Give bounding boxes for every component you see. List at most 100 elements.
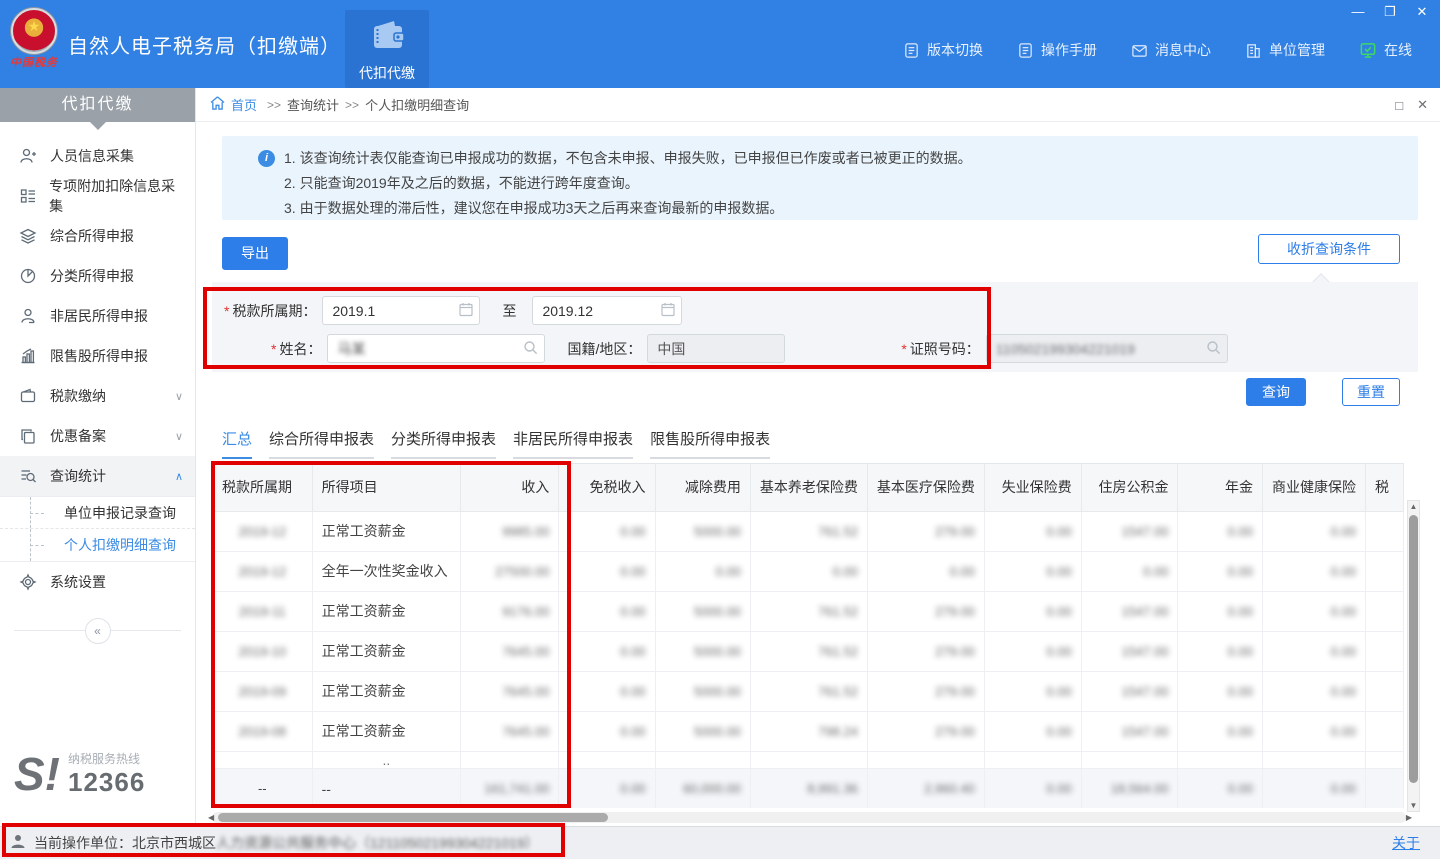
- table-cell: 0.00: [1081, 551, 1178, 591]
- window-minimize-button[interactable]: —: [1350, 4, 1366, 20]
- window-restore-button[interactable]: ❐: [1382, 4, 1398, 20]
- about-link[interactable]: 关于: [1392, 833, 1420, 853]
- table-cell: 9176.00: [461, 591, 559, 631]
- search-icon[interactable]: [1206, 340, 1221, 358]
- user-icon: [10, 833, 26, 854]
- table-cell: [1365, 768, 1403, 808]
- breadcrumb-home-link[interactable]: 首页: [231, 95, 257, 114]
- id-number-input[interactable]: 110502199304221019: [986, 334, 1228, 363]
- mail-icon: [1131, 42, 1148, 59]
- table-row[interactable]: 2019-12全年一次性奖金收入27500.000.000.000.000.00…: [213, 551, 1404, 591]
- sidebar-item[interactable]: 税款缴纳∨: [0, 376, 195, 416]
- table-cell: 0.00: [1262, 711, 1365, 751]
- table-row[interactable]: 2019-11正常工资薪金9176.000.005000.00761.52279…: [213, 591, 1404, 631]
- sidebar-item[interactable]: 专项附加扣除信息采集: [0, 176, 195, 216]
- table-cell: [213, 751, 313, 768]
- sidebar-subitem[interactable]: 个人扣缴明细查询: [0, 529, 195, 561]
- table-cell: 2019-09: [213, 671, 313, 711]
- table-row[interactable]: 2019-12正常工资薪金9985.000.005000.00761.52279…: [213, 511, 1404, 551]
- table-row[interactable]: ..: [213, 751, 1404, 768]
- summary-row[interactable]: ----161,741.000.0060,000.008,991.362,960…: [213, 768, 1404, 808]
- sidebar-item[interactable]: 综合所得申报: [0, 216, 195, 256]
- sidebar-item[interactable]: 分类所得申报: [0, 256, 195, 296]
- pane-controls: □ ✕: [1395, 88, 1428, 122]
- tab-3[interactable]: 分类所得申报表: [391, 428, 496, 459]
- table-cell: [750, 751, 867, 768]
- unit-name-redacted: 人力资源公共服务中心（12110502199304221019）: [216, 833, 539, 853]
- calendar-icon[interactable]: [661, 302, 675, 319]
- calendar-icon[interactable]: [459, 302, 473, 319]
- tab-2[interactable]: 综合所得申报表: [269, 428, 374, 459]
- module-tab-withholding[interactable]: 代扣代缴: [345, 10, 429, 88]
- header-nav-item-5[interactable]: 在线: [1359, 40, 1412, 60]
- nationality-label: 国籍/地区：: [567, 339, 641, 359]
- status-bar: 当前操作单位：北京市西城区人力资源公共服务中心（1211050219930422…: [0, 826, 1440, 859]
- sidebar-item[interactable]: 限售股所得申报: [0, 336, 195, 376]
- name-label: 姓名：: [271, 339, 321, 359]
- scroll-right-arrow-icon[interactable]: ▶: [1406, 812, 1412, 823]
- sidebar-item[interactable]: 人员信息采集: [0, 136, 195, 176]
- table-cell: [867, 751, 984, 768]
- table-cell: 8,991.36: [750, 768, 867, 808]
- tab-4[interactable]: 非居民所得申报表: [513, 428, 633, 459]
- sidebar-menu: 人员信息采集专项附加扣除信息采集综合所得申报分类所得申报非居民所得申报限售股所得…: [0, 136, 195, 602]
- export-button[interactable]: 导出: [222, 237, 288, 270]
- wallet-icon: [345, 20, 429, 57]
- sidebar-item[interactable]: 优惠备案∨: [0, 416, 195, 456]
- list-icon: [18, 186, 37, 206]
- table-cell: 761.52: [750, 631, 867, 671]
- pane-close-button[interactable]: ✕: [1417, 97, 1428, 113]
- column-header: 商业健康保险: [1262, 464, 1365, 511]
- column-header: 免税收入: [559, 464, 655, 511]
- header-nav-item-1[interactable]: 版本切换: [903, 40, 983, 60]
- scroll-down-arrow-icon[interactable]: ▼: [1408, 801, 1419, 810]
- notice-line-1: 1. 该查询统计表仅能查询已申报成功的数据，不包含未申报、申报失败，已申报但已作…: [284, 146, 1406, 171]
- national-emblem-icon: [11, 8, 57, 54]
- horizontal-scrollbar-thumb[interactable]: [218, 813, 608, 822]
- window-close-button[interactable]: ✕: [1414, 4, 1430, 20]
- sidebar-item[interactable]: 系统设置: [0, 562, 195, 602]
- scroll-up-arrow-icon[interactable]: ▲: [1408, 502, 1419, 511]
- result-table-body: 2019-12正常工资薪金9985.000.005000.00761.52279…: [213, 511, 1404, 808]
- search-icon[interactable]: [523, 340, 538, 358]
- vertical-scrollbar[interactable]: ▲ ▼: [1407, 500, 1420, 812]
- reset-button[interactable]: 重置: [1342, 378, 1400, 406]
- horizontal-scrollbar[interactable]: ◀ ▶: [212, 812, 1406, 823]
- tab-5[interactable]: 限售股所得申报表: [650, 428, 770, 459]
- pane-maximize-button[interactable]: □: [1395, 98, 1403, 113]
- header-nav-item-4[interactable]: 单位管理: [1245, 40, 1325, 60]
- table-cell: 正常工资薪金: [312, 711, 461, 751]
- table-cell: 0.00: [655, 551, 750, 591]
- vertical-scrollbar-thumb[interactable]: [1409, 515, 1418, 783]
- person-add-icon: [18, 146, 38, 166]
- sidebar-item[interactable]: 非居民所得申报: [0, 296, 195, 336]
- hotline-label: 纳税服务热线: [68, 750, 145, 767]
- info-icon: i: [258, 150, 275, 167]
- period-to-input[interactable]: 2019.12: [532, 296, 682, 325]
- table-row[interactable]: 2019-10正常工资薪金7645.000.005000.00761.52279…: [213, 631, 1404, 671]
- tab-1[interactable]: 汇总: [222, 428, 252, 459]
- table-cell: [461, 751, 559, 768]
- table-cell: 161,741.00: [461, 768, 559, 808]
- app-title: 自然人电子税务局（扣缴端）: [68, 30, 341, 59]
- scroll-left-arrow-icon[interactable]: ◀: [208, 812, 214, 823]
- table-cell: 1547.00: [1081, 591, 1178, 631]
- table-cell: 761.52: [750, 511, 867, 551]
- sidebar-subitem[interactable]: 单位申报记录查询: [0, 497, 195, 529]
- header-nav-item-2[interactable]: 操作手册: [1017, 40, 1097, 60]
- table-row[interactable]: 2019-08正常工资薪金7645.000.005000.00798.24279…: [213, 711, 1404, 751]
- sidebar: 代扣代缴 人员信息采集专项附加扣除信息采集综合所得申报分类所得申报非居民所得申报…: [0, 88, 196, 826]
- query-button[interactable]: 查询: [1246, 378, 1306, 406]
- table-row[interactable]: 2019-09正常工资薪金7645.000.005000.00761.52279…: [213, 671, 1404, 711]
- table-cell: 2019-08: [213, 711, 313, 751]
- table-cell: 9985.00: [461, 511, 559, 551]
- name-input[interactable]: 马某: [327, 334, 545, 363]
- collapse-query-button[interactable]: 收折查询条件: [1258, 234, 1400, 264]
- sidebar-collapse-button[interactable]: «: [85, 618, 111, 644]
- sidebar-item[interactable]: 查询统计∧: [0, 456, 195, 496]
- column-header: 年金: [1178, 464, 1263, 511]
- period-from-input[interactable]: 2019.1: [322, 296, 480, 325]
- header-nav-item-3[interactable]: 消息中心: [1131, 40, 1211, 60]
- table-cell: 761.52: [750, 671, 867, 711]
- hotline-logo: S! 纳税服务热线 12366: [14, 750, 145, 798]
